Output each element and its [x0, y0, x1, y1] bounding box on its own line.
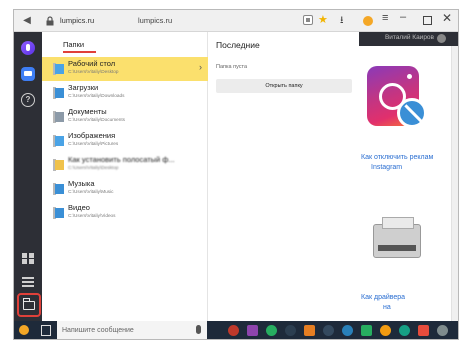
folder-name: Документы [68, 107, 107, 116]
grid-icon[interactable] [21, 251, 35, 265]
taskbar-app-icon[interactable] [266, 325, 277, 336]
messenger-icon[interactable] [21, 67, 35, 81]
folder-path: C:\Users\Vitaliy\Downloads [68, 93, 125, 98]
ad-block-icon [397, 98, 427, 128]
taskbar-app-icon[interactable] [323, 325, 334, 336]
back-arrow-icon[interactable]: ◀ [20, 14, 34, 28]
start-icon[interactable] [19, 325, 29, 335]
taskbar-app-icon[interactable] [247, 325, 258, 336]
close-icon[interactable]: ✕ [442, 11, 452, 25]
article-link[interactable]: на [383, 304, 391, 311]
folder-icon [53, 206, 64, 219]
folder-icon [53, 134, 64, 147]
lock-icon[interactable] [43, 14, 57, 28]
taskbar-app-icon[interactable] [361, 325, 372, 336]
folder-name: Изображения [68, 131, 116, 140]
folder-name: Рабочий стол [68, 59, 116, 68]
background-page: Как отключить реклам Instagram Как драйв… [359, 46, 458, 321]
minimize-icon[interactable]: – [400, 11, 406, 23]
folder-path: C:\Users\Vitaliy\Pictures [68, 141, 119, 146]
folder-name: Как установить полосатый ф... [68, 155, 175, 164]
taskbar-app-icon[interactable] [418, 325, 429, 336]
empty-folder-text: Папка пуста [216, 64, 248, 70]
taskbar-app-icon[interactable] [304, 325, 315, 336]
folder-item[interactable]: Видео C:\Users\Vitaliy\Videos [42, 201, 208, 225]
taskbar-app-icon[interactable] [380, 325, 391, 336]
avatar[interactable] [437, 34, 446, 43]
folder-item[interactable]: Документы C:\Users\Vitaliy\Documents [42, 105, 208, 129]
account-label: Виталий Каиров [384, 34, 434, 41]
active-tab-underline [63, 51, 96, 53]
folder-icon [53, 158, 64, 171]
address-bar[interactable]: lumpics.ru lumpics.ru [60, 14, 320, 28]
chevron-right-icon[interactable]: › [199, 62, 202, 72]
browser-window: ◀ lumpics.ru lumpics.ru ★ ⭳ ≡ – ✕ Витали… [13, 9, 459, 340]
browser-titlebar: ◀ lumpics.ru lumpics.ru ★ ⭳ ≡ – ✕ [14, 10, 458, 32]
printer-image [373, 217, 421, 258]
folder-path: C:\Users\Vitaliy\Music [68, 189, 114, 194]
article-link[interactable]: Instagram [371, 164, 402, 171]
folder-path: C:\Users\Vitaliy\Desktop [68, 165, 119, 170]
folder-icon [53, 62, 64, 75]
menu-icon[interactable]: ≡ [382, 12, 388, 24]
help-icon[interactable]: ? [21, 93, 35, 107]
folder-item[interactable]: Рабочий стол C:\Users\Vitaliy\Desktop › [42, 57, 208, 81]
article-link[interactable]: Как драйвера [361, 294, 405, 301]
folders-panel: Папки Рабочий стол C:\Users\Vitaliy\Deskt… [42, 32, 208, 321]
page-scrollbar[interactable] [451, 46, 458, 321]
taskbar-app-icon[interactable] [228, 325, 239, 336]
alice-icon[interactable] [21, 41, 35, 55]
message-input[interactable]: Напишите сообщение [57, 321, 207, 339]
url-host: lumpics.ru [60, 16, 95, 25]
task-view-icon[interactable] [41, 325, 51, 336]
profile-icon[interactable] [363, 16, 373, 26]
taskbar-app-icon[interactable] [342, 325, 353, 336]
folder-icon[interactable] [23, 298, 35, 310]
folder-path: C:\Users\Vitaliy\Videos [68, 213, 116, 218]
maximize-icon[interactable] [423, 16, 432, 25]
folder-path: C:\Users\Vitaliy\Desktop [68, 69, 119, 74]
taskbar-app-icon[interactable] [399, 325, 410, 336]
folder-item[interactable]: Как установить полосатый ф... C:\Users\Vi… [42, 153, 208, 177]
folder-icon [53, 86, 64, 99]
folder-name: Загрузки [68, 83, 99, 92]
folder-item[interactable]: Изображения C:\Users\Vitaliy\Pictures [42, 129, 208, 153]
site-info-icon[interactable] [303, 15, 313, 25]
folder-name: Музыка [68, 179, 95, 188]
article-link[interactable]: Как отключить реклам [361, 154, 433, 161]
page-title: lumpics.ru [138, 16, 173, 25]
yandex-sidebar: ? [14, 32, 42, 335]
folder-path: C:\Users\Vitaliy\Documents [68, 117, 125, 122]
taskbar: Напишите сообщение [14, 321, 458, 339]
folder-item[interactable]: Музыка C:\Users\Vitaliy\Music [42, 177, 208, 201]
taskbar-app-icon[interactable] [285, 325, 296, 336]
open-folder-button[interactable]: Открыть папку [216, 79, 352, 93]
download-icon[interactable]: ⭳ [340, 13, 344, 30]
folder-icon [53, 110, 64, 123]
microphone-icon[interactable] [196, 325, 201, 334]
folder-item[interactable]: Загрузки C:\Users\Vitaliy\Downloads [42, 81, 208, 105]
taskbar-app-icon[interactable] [437, 325, 448, 336]
folder-icon [53, 182, 64, 195]
recent-panel: Последние Папка пуста Открыть папку [208, 32, 359, 321]
bookmark-star-icon[interactable]: ★ [318, 13, 328, 26]
message-input-placeholder: Напишите сообщение [62, 327, 134, 334]
instagram-flash [407, 74, 412, 79]
recent-panel-title: Последние [216, 40, 260, 50]
folder-name: Видео [68, 203, 90, 212]
list-icon[interactable] [21, 275, 35, 289]
folders-panel-title[interactable]: Папки [63, 40, 84, 49]
